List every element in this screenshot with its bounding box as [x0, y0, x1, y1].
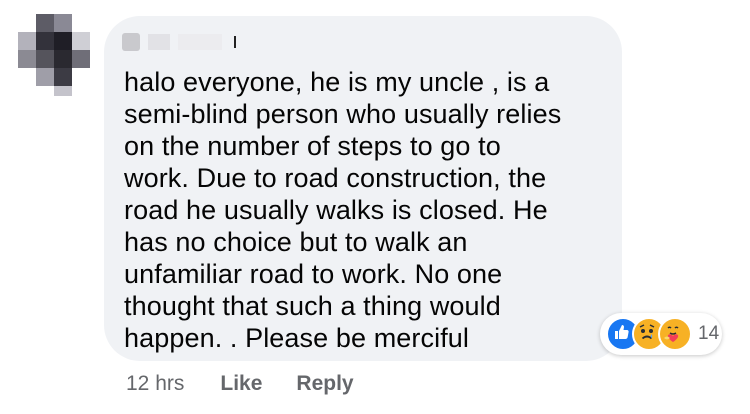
reply-button[interactable]: Reply: [296, 372, 353, 396]
redaction-block: [148, 34, 170, 50]
avatar[interactable]: [18, 14, 90, 96]
timestamp[interactable]: 12 hrs: [126, 372, 184, 396]
comment-line: halo everyone, he is my uncle , is a: [124, 67, 550, 97]
redaction-block: [122, 33, 140, 51]
reaction-count: 14: [698, 323, 720, 344]
author-name-redacted[interactable]: [122, 30, 236, 54]
comment-line: semi-blind person who usually relies: [124, 99, 562, 129]
reactions-summary[interactable]: 14: [600, 313, 722, 355]
comment-line: has no choice but to walk an: [124, 227, 468, 257]
comment-text: halo everyone, he is my uncle , is a sem…: [124, 66, 614, 354]
redaction-mark: [234, 36, 236, 48]
comment-line: unfamiliar road to work. No one: [124, 259, 503, 289]
comment-actions: 12 hrs Like Reply: [126, 372, 388, 396]
comment-line: thought that such a thing would: [124, 291, 501, 321]
comment-line: on the number of steps to go to: [124, 131, 501, 161]
like-button[interactable]: Like: [220, 372, 262, 396]
redaction-block: [178, 34, 222, 50]
comment-line: happen. . Please be merciful: [124, 323, 470, 353]
care-icon: [658, 317, 692, 351]
comment-bubble: halo everyone, he is my uncle , is a sem…: [104, 16, 622, 361]
comment-line: work. Due to road construction, the: [124, 163, 547, 193]
comment-line: road he usually walks is closed. He: [124, 195, 548, 225]
